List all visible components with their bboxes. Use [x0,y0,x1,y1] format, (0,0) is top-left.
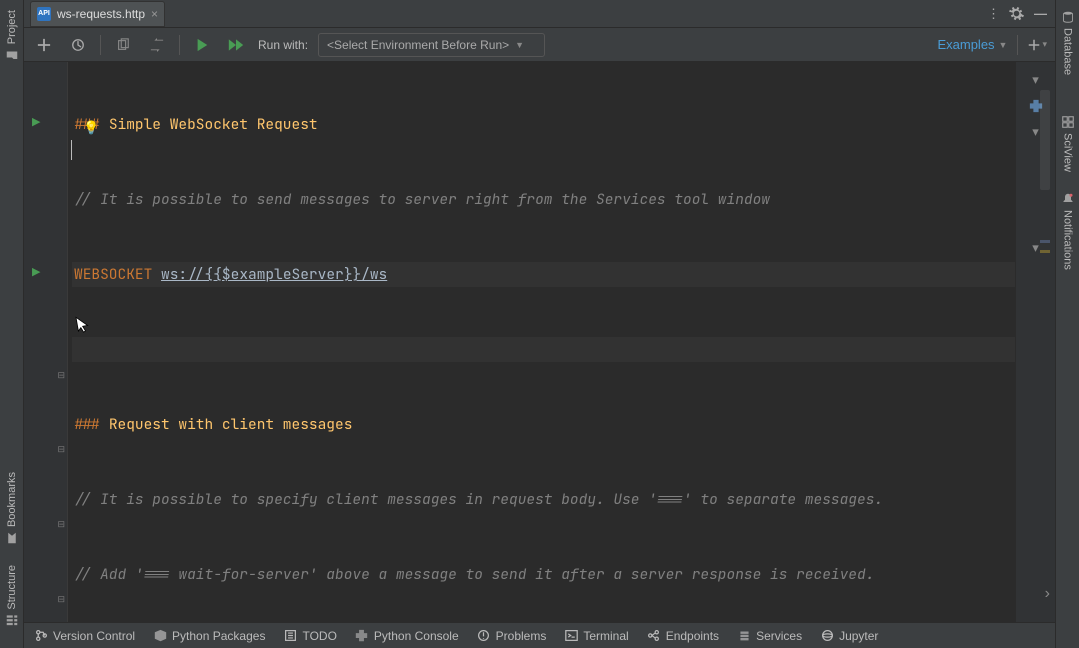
sciview-tab[interactable]: SciView [1061,105,1075,182]
fold-icon[interactable]: ⊟ [57,444,65,455]
gear-icon[interactable] [1009,6,1024,21]
run-with-label: Run with: [258,38,308,52]
database-icon [1061,10,1075,24]
endpoints-button[interactable]: Endpoints [647,629,719,643]
error-stripe[interactable] [1040,90,1050,560]
todo-label: TODO [302,629,336,643]
file-tab-label: ws-requests.http [57,7,145,21]
notifications-tab[interactable]: Notifications [1061,182,1075,280]
problems-button[interactable]: Problems [477,629,547,643]
todo-button[interactable]: TODO [283,629,336,643]
python-packages-label: Python Packages [172,629,265,643]
database-tab[interactable]: Database [1061,0,1075,85]
close-tab-icon[interactable]: × [151,7,158,21]
examples-label: Examples [937,37,994,52]
bookmark-icon [5,531,19,545]
terminal-label: Terminal [583,629,628,643]
jupyter-icon [820,629,834,643]
python-console-button[interactable]: Python Console [355,629,459,643]
minimize-icon[interactable]: — [1034,6,1047,21]
fold-icon[interactable]: ⊟ [57,594,65,605]
python-icon [355,629,369,643]
run-gutter-icon[interactable]: ▶ [32,265,40,278]
intention-bulb-icon[interactable]: 💡 [83,115,99,140]
jupyter-button[interactable]: Jupyter [820,629,878,643]
endpoints-icon [647,629,661,643]
jupyter-label: Jupyter [839,629,878,643]
bookmarks-tab-label: Bookmarks [6,472,18,527]
sciview-icon [1061,115,1075,129]
examples-dropdown[interactable]: Examples ▼ [937,37,1007,52]
run-button[interactable] [190,33,214,57]
endpoints-label: Endpoints [666,629,719,643]
chevron-down-icon[interactable]: ▾ [1026,70,1046,90]
structure-tab[interactable]: Structure [5,555,19,638]
fold-icon[interactable]: ⊟ [57,519,65,530]
more-menu-icon[interactable]: ⋮ [987,6,999,22]
convert-button[interactable] [145,33,169,57]
chevron-right-icon[interactable]: › [1045,585,1050,603]
project-tab-label: Project [6,10,18,44]
package-icon [153,629,167,643]
editor-area: ▶ ▶ ⊟ ⊟ ⊟ ⊟ ### Simple WebSocket Request… [24,62,1055,622]
add-request-button[interactable] [32,33,56,57]
environment-value: <Select Environment Before Run> [327,38,509,52]
text-caret [71,140,72,160]
sciview-tab-label: SciView [1062,133,1074,172]
file-tab-ws-requests[interactable]: API ws-requests.http × [30,1,165,27]
add-env-button[interactable]: ▾ [1028,39,1047,51]
chevron-down-icon: ▾ [1042,39,1047,50]
services-label: Services [756,629,802,643]
environment-select[interactable]: <Select Environment Before Run> ▼ [318,33,545,57]
editor-tabs: API ws-requests.http × ⋮ — [24,0,1055,28]
version-control-button[interactable]: Version Control [34,629,135,643]
python-console-label: Python Console [374,629,459,643]
toolbar-divider [100,35,101,55]
services-button[interactable]: Services [737,629,802,643]
code-editor[interactable]: ### Simple WebSocket Request // It is po… [68,62,1055,622]
version-control-label: Version Control [53,629,135,643]
problems-icon [477,629,491,643]
terminal-button[interactable]: Terminal [564,629,628,643]
chevron-down-icon: ▼ [999,40,1008,50]
fold-icon[interactable]: ⊟ [57,370,65,381]
toolbar-divider [1017,35,1018,55]
chevron-down-icon: ▼ [515,40,524,50]
folder-icon [5,48,19,62]
project-tab[interactable]: Project [5,0,19,72]
bookmarks-tab[interactable]: Bookmarks [5,462,19,555]
status-bar: Version Control Python Packages TODO Pyt… [24,622,1055,648]
marker [1040,250,1050,253]
editor-gutter: ▶ ▶ ⊟ ⊟ ⊟ ⊟ [24,62,68,622]
api-icon: API [37,7,51,21]
notifications-tab-label: Notifications [1062,210,1074,270]
bell-icon [1061,192,1075,206]
history-button[interactable] [66,33,90,57]
database-tab-label: Database [1062,28,1074,75]
problems-label: Problems [496,629,547,643]
toolbar-divider [179,35,180,55]
marker [1040,240,1050,243]
todo-icon [283,629,297,643]
run-all-button[interactable] [224,33,248,57]
scrollbar-thumb[interactable] [1040,90,1050,190]
run-gutter-icon[interactable]: ▶ [32,115,40,128]
structure-icon [5,614,19,628]
vcs-icon [34,629,48,643]
structure-tab-label: Structure [6,565,18,610]
left-toolwindow-bar: Project Bookmarks Structure [0,0,24,648]
right-toolwindow-bar: Database SciView Notifications [1055,0,1079,648]
http-toolbar: Run with: <Select Environment Before Run… [24,28,1055,62]
copy-button[interactable] [111,33,135,57]
python-packages-button[interactable]: Python Packages [153,629,265,643]
services-icon [737,629,751,643]
terminal-icon [564,629,578,643]
